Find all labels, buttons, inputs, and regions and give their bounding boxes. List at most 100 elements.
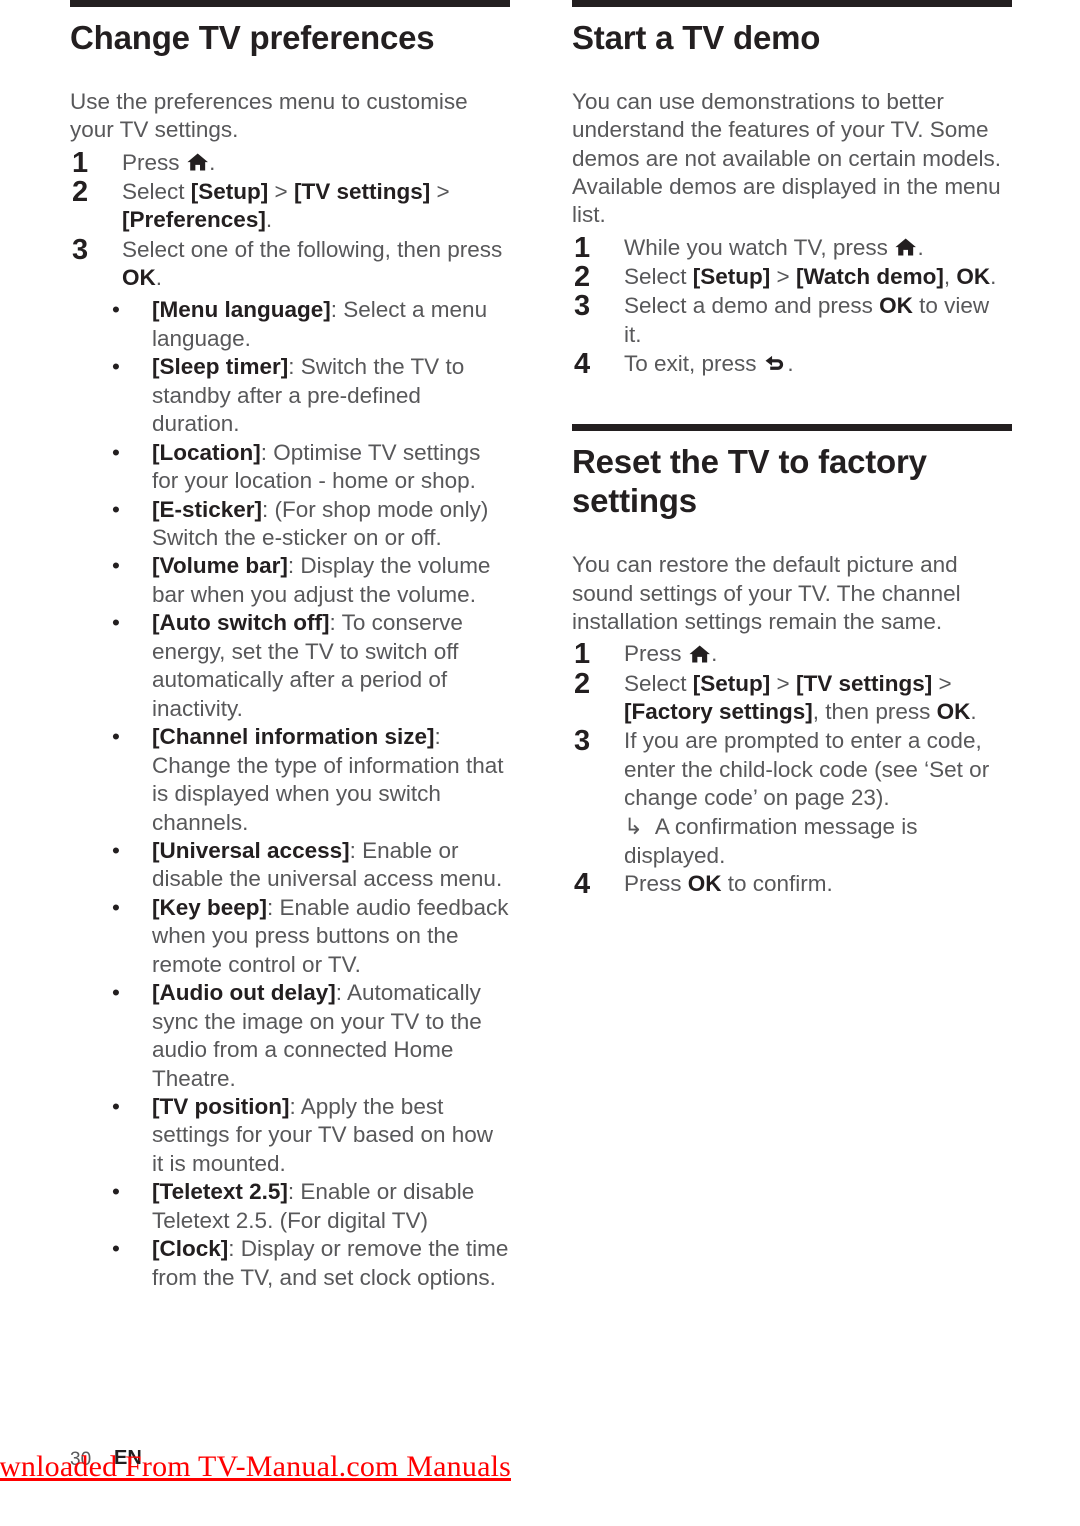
step-item: 3 Select one of the following, then press… — [70, 234, 510, 293]
manual-page: Change TV preferences Use the preference… — [0, 0, 1080, 1526]
home-icon — [187, 153, 208, 171]
step-number: 2 — [574, 667, 591, 700]
setting-name: [E-sticker] — [152, 496, 263, 522]
left-column: Change TV preferences Use the preference… — [70, 0, 510, 1292]
emphasis-text: OK — [879, 293, 913, 319]
step-item: 1 While you watch TV, press . — [572, 232, 1012, 264]
steps-list-demo: 1 While you watch TV, press . 2 Select [Set… — [572, 232, 1012, 380]
step-text: . — [711, 641, 718, 667]
back-arrow-icon — [764, 355, 787, 373]
emphasis-text: [Watch demo] — [795, 264, 944, 289]
section-intro: Use the preferences menu to customise yo… — [70, 88, 468, 143]
emphasis-text: [Factory settings] — [624, 698, 813, 724]
home-icon — [689, 645, 710, 663]
bullet-icon: • — [112, 354, 120, 380]
setting-name: [Key beep] — [152, 894, 268, 920]
step-result-text: A confirmation message is displayed. — [624, 814, 918, 868]
bullet-icon: • — [112, 1179, 120, 1205]
section-heading-demo: Start a TV demo — [572, 19, 821, 56]
step-text: . — [990, 264, 997, 289]
setting-name: [Menu language] — [152, 297, 331, 323]
emphasis-text: [Preferences] — [122, 207, 266, 233]
emphasis-text: OK — [122, 265, 156, 290]
watermark-link[interactable]: Downloaded From TV-Manual.com Manuals — [0, 1450, 511, 1484]
step-text: . — [917, 234, 924, 260]
step-item: 3 If you are prompted to enter a code, en… — [572, 725, 1012, 812]
list-item: • [Teletext 2.5]: Enable or disable Telet… — [70, 1178, 510, 1235]
step-text: . — [155, 265, 163, 290]
list-item: • [Key beep]: Enable audio feedback when … — [70, 894, 510, 979]
bullet-icon: • — [112, 439, 120, 465]
bullet-icon: • — [112, 980, 120, 1006]
step-number: 3 — [574, 725, 591, 758]
step-text: While you watch TV, press — [624, 234, 895, 260]
step-text: to confirm. — [721, 871, 833, 897]
step-item: 2 Select [Setup] > [TV settings] > [Facto… — [572, 668, 1012, 727]
step-text: > — [430, 178, 450, 204]
step-text: Select — [122, 178, 191, 204]
list-item: • [Channel information size]: Change the … — [70, 723, 510, 837]
right-column: Start a TV demo You can use demonstratio… — [572, 0, 1012, 900]
bullet-icon: • — [112, 496, 120, 522]
step-number: 2 — [72, 175, 89, 208]
step-result: ↳ A confirmation message is displayed. — [572, 813, 1012, 870]
emphasis-text: OK — [956, 264, 991, 289]
bullet-icon: • — [112, 894, 120, 920]
preferences-bullet-list: • [Menu language]: Select a menu language… — [70, 296, 510, 1292]
bullet-icon: • — [112, 297, 120, 323]
list-item: • [Auto switch off]: To conserve energy, … — [70, 609, 510, 723]
home-icon — [895, 238, 917, 256]
emphasis-text: [TV settings] — [795, 670, 933, 696]
bullet-icon: • — [112, 1236, 120, 1262]
setting-name: [Channel information size] — [152, 724, 435, 750]
list-item: • [Volume bar]: Display the volume bar wh… — [70, 552, 510, 609]
setting-name: [Clock] — [152, 1236, 229, 1262]
emphasis-text: OK — [687, 871, 722, 897]
step-text: If you are prompted to enter a code, ent… — [624, 728, 990, 810]
bullet-icon: • — [112, 1094, 120, 1120]
section-start-tv-demo: Start a TV demo You can use demonstratio… — [572, 0, 1012, 380]
list-item: • [Audio out delay]: Automatically sync t… — [70, 979, 510, 1093]
setting-name: [Volume bar] — [152, 553, 288, 579]
step-item: 2 Select [Setup] > [TV settings] > [Prefe… — [70, 176, 510, 235]
step-text: . — [970, 698, 977, 724]
step-text: Press — [122, 149, 186, 175]
bullet-icon: • — [112, 837, 120, 863]
section-reset-factory: Reset the TV to factory settings You can… — [572, 424, 1012, 900]
step-item: 4 Press OK to confirm. — [572, 868, 1012, 900]
step-number: 3 — [574, 290, 591, 323]
step-text: > — [268, 178, 294, 204]
step-text: > — [770, 264, 796, 289]
step-number: 3 — [72, 233, 89, 266]
list-item: • [Location]: Optimise TV settings for yo… — [70, 439, 510, 496]
section-intro-demo: You can use demonstrations to better und… — [572, 88, 1001, 228]
step-number: 4 — [574, 868, 591, 901]
bullet-icon: • — [112, 724, 120, 750]
setting-name: [Audio out delay] — [152, 980, 336, 1006]
list-item: • [Sleep timer]: Switch the TV to standby… — [70, 353, 510, 438]
list-item: • [Clock]: Display or remove the time fro… — [70, 1235, 510, 1292]
step-item: 1 Press . — [572, 638, 1012, 670]
step-text: > — [932, 670, 952, 696]
step-text: , then press — [812, 698, 937, 724]
setting-name: [TV position] — [152, 1094, 290, 1120]
step-text: Select a demo and press — [624, 293, 880, 319]
setting-name: [Teletext 2.5] — [152, 1179, 288, 1205]
section-rule — [70, 0, 510, 7]
section-intro-reset: You can restore the default picture and … — [572, 552, 961, 634]
bullet-icon: • — [112, 553, 120, 579]
section-rule — [572, 424, 1012, 432]
emphasis-text: OK — [936, 698, 971, 724]
page-title: Change TV preferences — [70, 19, 435, 56]
step-text: Select — [624, 264, 693, 289]
setting-name: [Sleep timer] — [152, 354, 289, 380]
steps-list: 1 Press . 2 Select [Setup] > [TV settings] … — [70, 147, 510, 293]
list-item: • [Universal access]: Enable or disable t… — [70, 837, 510, 894]
step-text: Press — [624, 641, 688, 667]
emphasis-text: [Setup] — [692, 670, 771, 696]
steps-list-reset: 1 Press . 2 Select [Setup] > [TV settings] … — [572, 638, 1012, 900]
step-item: 4 To exit, press . — [572, 348, 1012, 380]
step-item: 1 Press . — [70, 147, 510, 179]
step-text: . — [787, 351, 794, 377]
section-heading-reset: Reset the TV to factory settings — [572, 443, 927, 520]
